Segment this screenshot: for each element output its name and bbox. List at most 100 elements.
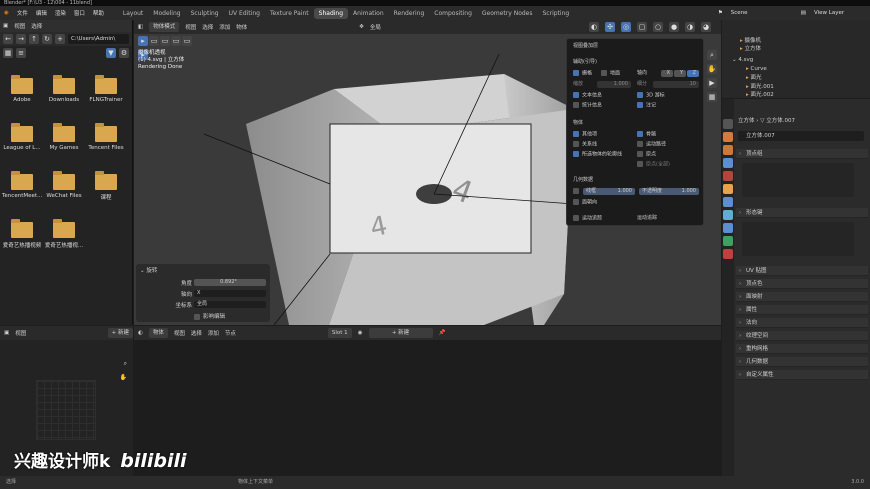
axis-x-toggle[interactable]: X [661,70,673,77]
extras-checkbox[interactable]: 其他项 [573,131,597,138]
folder-item[interactable]: WeChat Files [44,171,84,199]
axis-z-toggle[interactable]: Z [687,70,699,77]
axis-dropdown[interactable]: X [194,290,266,297]
fb-menu-select[interactable]: 选择 [31,22,42,30]
gizmo-icon[interactable]: ✣ [605,22,615,32]
tab-layout[interactable]: Layout [118,8,148,19]
tab-geometry-nodes[interactable]: Geometry Nodes [477,8,538,19]
text-info-checkbox[interactable]: 文本信息 [573,92,602,99]
shape-key-list[interactable] [742,222,854,256]
overlay-icon[interactable]: ◎ [621,22,631,32]
wireframe-checkbox[interactable] [573,188,582,195]
wireframe-field[interactable]: 线框 1.000 [583,188,635,195]
select-tool-icon[interactable]: ▸ [138,36,148,46]
shading-wire-icon[interactable]: ○ [653,22,663,32]
vp-menu-select[interactable]: 选择 [202,23,213,31]
xray-icon[interactable]: ▢ [637,22,647,32]
vp-menu-view[interactable]: 视图 [185,23,196,31]
sort-icon[interactable]: ≡ [16,48,26,58]
world-tab-icon[interactable] [723,171,733,181]
folder-item[interactable]: 课程 [86,171,126,201]
camera-view-icon[interactable]: ▶ [707,78,717,88]
subdiv-field[interactable]: 10 [653,81,699,88]
floor-checkbox[interactable]: 地面 [601,70,620,77]
folder-item[interactable]: Tencent Files [86,123,126,151]
modifier-tab-icon[interactable] [723,197,733,207]
affect-edit-checkbox[interactable]: 影响编辑 [194,312,225,320]
scene-selector[interactable]: Scene [727,10,797,16]
tab-compositing[interactable]: Compositing [429,8,477,19]
outliner-row[interactable]: ▸ 面光.002 [722,91,870,99]
material-tab-icon[interactable] [723,249,733,259]
xray-opacity-field[interactable]: 不透明度 1.000 [639,188,699,195]
zoom-icon[interactable]: ⌕ [124,360,127,368]
folder-item[interactable]: FLNGTrainer [86,75,126,103]
face-orientation-checkbox[interactable]: 面朝向 [573,199,597,206]
section-texture-space[interactable]: 纹理空间 [736,331,868,341]
section-uv-maps[interactable]: UV 贴图 [736,266,868,276]
fb-menu-view[interactable]: 视图 [14,22,25,30]
relations-checkbox[interactable]: 关系线 [573,141,597,148]
refresh-icon[interactable]: ↻ [42,34,52,44]
section-geometry-data[interactable]: 几何数据 [736,357,868,367]
editor-type-icon[interactable]: ▣ [4,330,9,336]
render-tab-icon[interactable] [723,132,733,142]
folder-item[interactable]: My Games [44,123,84,151]
parent-dir-icon[interactable]: ↑ [29,34,39,44]
bl-menu-view[interactable]: 视图 [15,329,26,337]
scale-field[interactable]: 1.000 [597,81,631,88]
outline-checkbox[interactable]: 所选物体的轮廓线 [573,151,622,158]
folder-item[interactable]: 爱奇艺热播视... [44,219,84,249]
section-remesh[interactable]: 重构网格 [736,344,868,354]
pin-icon[interactable]: 📌 [439,330,446,336]
bones-checkbox[interactable]: 骨骼 [637,131,656,138]
mesh-data-tab-icon[interactable] [723,236,733,246]
shading-render-icon[interactable]: ◕ [701,22,711,32]
menu-window[interactable]: 窗口 [70,9,89,17]
shader-type-dropdown[interactable]: 物体 [148,328,168,338]
sh-menu-view[interactable]: 视图 [174,329,185,337]
motion-tracking-checkbox[interactable]: 运动追踪 [573,215,602,222]
tab-scripting[interactable]: Scripting [538,8,575,19]
transform-orientation[interactable]: 全局 [370,23,381,31]
settings-gear-icon[interactable]: ⚙ [119,48,129,58]
motion-paths-checkbox[interactable]: 运动路径 [637,141,666,148]
menu-edit[interactable]: 编辑 [32,9,51,17]
outliner-row[interactable]: ⌄ 4.svg [722,56,870,64]
zoom-icon[interactable]: ⌕ [707,50,717,60]
shading-solid-icon[interactable]: ● [669,22,679,32]
tab-uv-editing[interactable]: UV Editing [224,8,265,19]
tool-tab-icon[interactable] [723,119,733,129]
sh-menu-select[interactable]: 选择 [191,329,202,337]
folder-item[interactable]: 爱奇艺热播视频 [2,219,42,249]
tab-sculpting[interactable]: Sculpting [186,8,224,19]
folder-item[interactable]: Downloads [44,75,84,103]
outliner-row[interactable]: ▸ Curve [722,65,870,73]
3d-cursor-checkbox[interactable]: 3D 游标 [637,92,665,99]
new-material-button[interactable]: + 新建 [368,328,433,338]
view-layer-selector[interactable]: View Layer [810,10,870,16]
blender-logo-icon[interactable]: ◉ [0,10,13,16]
output-tab-icon[interactable] [723,145,733,155]
section-vertex-groups[interactable]: 顶点组 [736,149,868,159]
tab-animation[interactable]: Animation [348,8,389,19]
visibility-icon[interactable]: ◐ [589,22,599,32]
select-extend-icon[interactable]: ▭ [160,36,170,46]
slot-dropdown[interactable]: Slot 1 [327,328,352,338]
menu-help[interactable]: 帮助 [89,9,108,17]
hand-pan-icon[interactable]: ✋ [120,374,127,381]
vp-menu-add[interactable]: 添加 [219,23,230,31]
folder-item[interactable]: TencentMeet... [2,171,42,199]
angle-field[interactable]: 0.892° [194,279,266,286]
back-arrow-icon[interactable]: ← [3,34,13,44]
shading-material-icon[interactable]: ◑ [685,22,695,32]
tab-shading[interactable]: Shading [313,7,349,19]
stats-checkbox[interactable]: 统计信息 [573,102,602,109]
new-image-button[interactable]: + 新建 [107,328,133,338]
tab-modeling[interactable]: Modeling [148,8,185,19]
select-invert-icon[interactable]: ▭ [182,36,192,46]
origins-all-checkbox[interactable]: 原点(全部) [637,161,670,168]
section-vertex-colors[interactable]: 顶点色 [736,279,868,289]
select-new-icon[interactable]: ▭ [149,36,159,46]
editor-type-icon[interactable]: ◧ [138,24,143,30]
